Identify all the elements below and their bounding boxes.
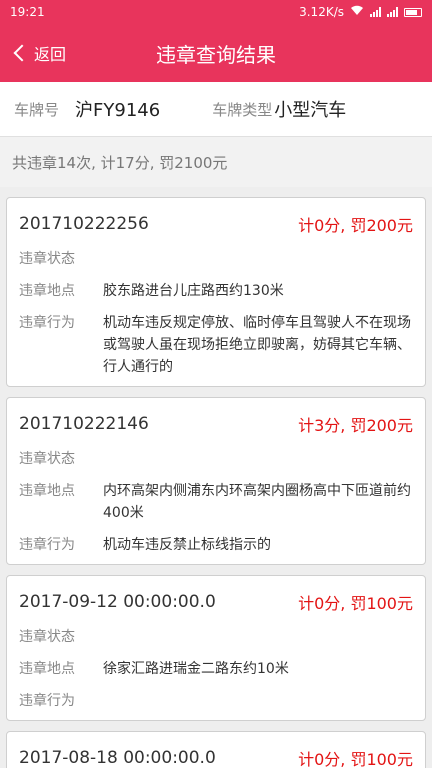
violation-summary: 共违章14次, 计17分, 罚2100元 — [0, 137, 432, 187]
plate-type-label: 车牌类型 — [212, 100, 273, 119]
violation-card[interactable]: 2017-08-18 00:00:00.0 计0分, 罚100元 — [6, 731, 426, 768]
violation-date: 2017-08-18 00:00:00.0 — [19, 748, 216, 768]
violation-date: 201710222146 — [19, 414, 149, 434]
title-bar: 返回 违章查询结果 — [0, 24, 432, 82]
location-label: 违章地点 — [19, 483, 75, 499]
status-time: 19:21 — [10, 5, 45, 19]
violation-card[interactable]: 201710222256 计0分, 罚200元 违章状态 违章地点 胶东路进台儿庄… — [6, 197, 426, 387]
behavior-label: 违章行为 — [19, 537, 75, 553]
behavior-value: 机动车违反规定停放、临时停车且驾驶人不在现场或驾驶人虽在现场拒绝立即驶离，妨碍其… — [103, 315, 411, 375]
status-icons: 3.12K/s — [299, 5, 422, 19]
signal-icon — [370, 7, 381, 17]
violation-penalty: 计0分, 罚200元 — [298, 216, 413, 235]
battery-icon — [404, 7, 422, 17]
wifi-icon — [350, 5, 364, 19]
plate-value: 沪FY9146 — [75, 100, 161, 121]
state-label: 违章状态 — [19, 451, 75, 467]
location-label: 违章地点 — [19, 283, 75, 299]
violation-date: 2017-09-12 00:00:00.0 — [19, 592, 216, 612]
state-label: 违章状态 — [19, 251, 75, 267]
signal-icon-2 — [387, 7, 398, 17]
violation-card[interactable]: 201710222146 计3分, 罚200元 违章状态 违章地点 内环高架内侧浦… — [6, 397, 426, 565]
violation-penalty: 计0分, 罚100元 — [298, 594, 413, 613]
location-label: 违章地点 — [19, 661, 75, 677]
violation-date: 201710222256 — [19, 214, 149, 234]
chevron-left-icon — [13, 44, 31, 62]
plate-type-value: 小型汽车 — [274, 100, 347, 121]
back-label: 返回 — [34, 45, 67, 64]
location-value: 内环高架内侧浦东内环高架内圈杨高中下匝道前约400米 — [103, 483, 411, 521]
violation-penalty: 计3分, 罚200元 — [298, 416, 413, 435]
location-value: 徐家汇路进瑞金二路东约10米 — [103, 661, 289, 677]
violation-list: 201710222256 计0分, 罚200元 违章状态 违章地点 胶东路进台儿庄… — [0, 197, 432, 768]
behavior-label: 违章行为 — [19, 693, 75, 709]
plate-info: 车牌号 沪FY9146 车牌类型 小型汽车 — [0, 82, 432, 137]
behavior-value: 机动车违反禁止标线指示的 — [103, 537, 271, 553]
network-speed: 3.12K/s — [299, 5, 344, 19]
behavior-label: 违章行为 — [19, 315, 75, 331]
violation-penalty: 计0分, 罚100元 — [298, 750, 413, 768]
violation-card[interactable]: 2017-09-12 00:00:00.0 计0分, 罚100元 违章状态 违章… — [6, 575, 426, 721]
state-label: 违章状态 — [19, 629, 75, 645]
plate-label: 车牌号 — [14, 100, 60, 119]
status-bar: 19:21 3.12K/s — [0, 0, 432, 24]
back-button[interactable]: 返回 — [0, 24, 66, 82]
location-value: 胶东路进台儿庄路西约130米 — [103, 283, 284, 299]
